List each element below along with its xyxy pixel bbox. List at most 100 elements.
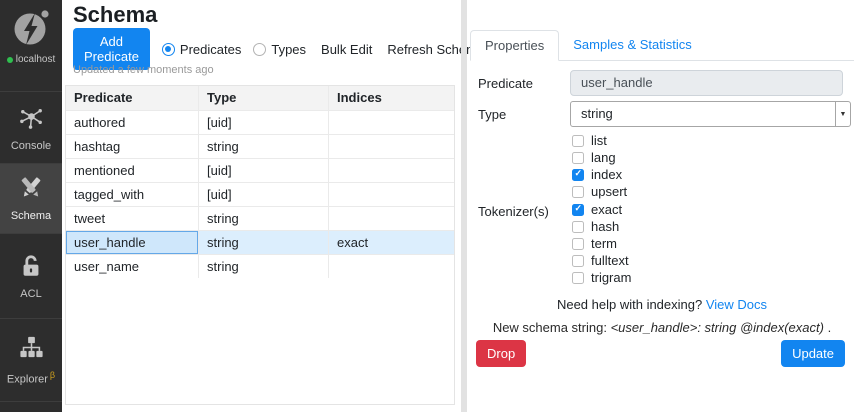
table-row[interactable]: mentioned [uid] — [66, 158, 454, 182]
bulk-edit-button[interactable]: Bulk Edit — [321, 42, 372, 57]
checkbox-trigram-icon — [572, 272, 584, 284]
checkbox-label: index — [591, 167, 622, 182]
table-row[interactable]: user_name string — [66, 254, 454, 278]
sidebar-item-label: Schema — [11, 210, 51, 222]
cell-type[interactable]: [uid] — [198, 183, 328, 206]
sidebar-item-explorer[interactable]: Explorerβ — [0, 318, 62, 401]
tab-properties[interactable]: Properties — [470, 30, 559, 61]
update-button[interactable]: Update — [781, 340, 845, 367]
checkbox-lang[interactable]: lang — [572, 149, 627, 166]
cell-predicate[interactable]: hashtag — [66, 135, 198, 158]
column-header-type: Type — [198, 86, 328, 110]
predicates-table: Predicate Type Indices authored [uid] ha… — [65, 85, 455, 405]
type-select[interactable]: string ▼ — [570, 101, 851, 127]
cell-type[interactable]: [uid] — [198, 159, 328, 182]
cell-type[interactable]: string — [198, 135, 328, 158]
table-row[interactable]: authored [uid] — [66, 110, 454, 134]
sidebar-item-console[interactable]: Console — [0, 91, 62, 163]
radio-types[interactable]: Types — [253, 42, 306, 57]
type-select-value: string — [571, 102, 850, 126]
cell-indices[interactable]: exact — [328, 231, 454, 254]
chevron-down-icon: ▼ — [835, 102, 850, 126]
schema-string-code: <user_handle>: string @index(exact) — [611, 320, 824, 335]
cell-indices[interactable] — [328, 159, 454, 182]
table-row[interactable]: hashtag string — [66, 134, 454, 158]
checkbox-label: upsert — [591, 184, 627, 199]
type-field-label: Type — [478, 107, 506, 122]
checkbox-list-icon — [572, 135, 584, 147]
checkbox-label: lang — [591, 150, 616, 165]
radio-types-label: Types — [271, 42, 306, 57]
cell-indices[interactable] — [328, 183, 454, 206]
cell-predicate[interactable]: tagged_with — [66, 183, 198, 206]
checkbox-fulltext[interactable]: fulltext — [572, 252, 631, 269]
checkbox-lang-icon — [572, 152, 584, 164]
sidebar-item-acl[interactable]: ACL — [0, 233, 62, 318]
sidebar-item-label: Explorerβ — [7, 370, 55, 386]
cell-predicate[interactable]: mentioned — [66, 159, 198, 182]
checkbox-upsert[interactable]: upsert — [572, 183, 627, 200]
schema-toolbar: Add Predicate Predicates Types Bulk Edit… — [73, 36, 484, 62]
cell-indices[interactable] — [328, 255, 454, 278]
panel-scrollbar[interactable] — [461, 0, 467, 412]
radio-predicates-icon — [162, 43, 175, 56]
checkbox-fulltext-icon — [572, 255, 584, 267]
schema-list-panel: Schema Add Predicate Predicates Types Bu… — [62, 0, 460, 412]
predicate-input[interactable]: user_handle — [570, 70, 843, 96]
cell-indices[interactable] — [328, 111, 454, 134]
help-text: Need help with indexing? — [557, 297, 702, 312]
cell-predicate[interactable]: tweet — [66, 207, 198, 230]
radio-predicates-label: Predicates — [180, 42, 241, 57]
cell-type[interactable]: string — [198, 255, 328, 278]
connection-status-icon — [7, 57, 13, 63]
tab-samples-statistics[interactable]: Samples & Statistics — [559, 30, 706, 61]
checkbox-label: hash — [591, 219, 619, 234]
lock-icon — [18, 253, 44, 282]
table-row[interactable]: tweet string — [66, 206, 454, 230]
cell-predicate[interactable]: user_handle — [66, 231, 198, 254]
table-row-selected[interactable]: user_handle string exact — [66, 230, 454, 254]
column-header-indices: Indices — [328, 86, 454, 110]
cell-type[interactable]: string — [198, 231, 328, 254]
beta-badge: β — [50, 370, 55, 380]
radio-predicates[interactable]: Predicates — [162, 42, 241, 57]
checkbox-upsert-icon — [572, 186, 584, 198]
schema-string-suffix: . — [824, 320, 831, 335]
checkbox-label: exact — [591, 202, 622, 217]
table-row[interactable]: tagged_with [uid] — [66, 182, 454, 206]
view-docs-link[interactable]: View Docs — [706, 297, 767, 312]
updated-status-text: Updated a few moments ago — [73, 64, 214, 76]
sidebar: localhost Console — [0, 0, 62, 412]
sidebar-item-schema[interactable]: Schema — [0, 163, 62, 233]
checkbox-trigram[interactable]: trigram — [572, 269, 631, 286]
checkbox-hash-icon — [572, 221, 584, 233]
cell-indices[interactable] — [328, 207, 454, 230]
cell-type[interactable]: string — [198, 207, 328, 230]
tokenizers-group: exact hash term fulltext trigram — [572, 201, 631, 286]
checkbox-index[interactable]: index — [572, 166, 627, 183]
properties-tabs: Properties Samples & Statistics — [470, 30, 854, 61]
schema-icon — [18, 175, 44, 204]
sidebar-next-section — [0, 401, 62, 412]
checkbox-label: trigram — [591, 270, 631, 285]
predicate-properties-panel: Properties Samples & Statistics Predicat… — [470, 0, 854, 412]
type-flags-group: list lang index upsert — [572, 132, 627, 200]
checkbox-hash[interactable]: hash — [572, 218, 631, 235]
cell-indices[interactable] — [328, 135, 454, 158]
checkbox-label: term — [591, 236, 617, 251]
drop-button[interactable]: Drop — [476, 340, 526, 367]
sitemap-icon — [18, 334, 45, 364]
ratel-app: localhost Console — [0, 0, 854, 412]
checkbox-term[interactable]: term — [572, 235, 631, 252]
cell-predicate[interactable]: authored — [66, 111, 198, 134]
sidebar-item-localhost[interactable]: localhost — [0, 0, 62, 90]
checkbox-list[interactable]: list — [572, 132, 627, 149]
checkbox-exact[interactable]: exact — [572, 201, 631, 218]
column-header-predicate: Predicate — [66, 86, 198, 110]
predicate-field-label: Predicate — [478, 76, 533, 91]
checkbox-label: list — [591, 133, 607, 148]
schema-string-prefix: New schema string: — [493, 320, 611, 335]
cell-type[interactable]: [uid] — [198, 111, 328, 134]
cell-predicate[interactable]: user_name — [66, 255, 198, 278]
console-icon — [18, 104, 45, 134]
